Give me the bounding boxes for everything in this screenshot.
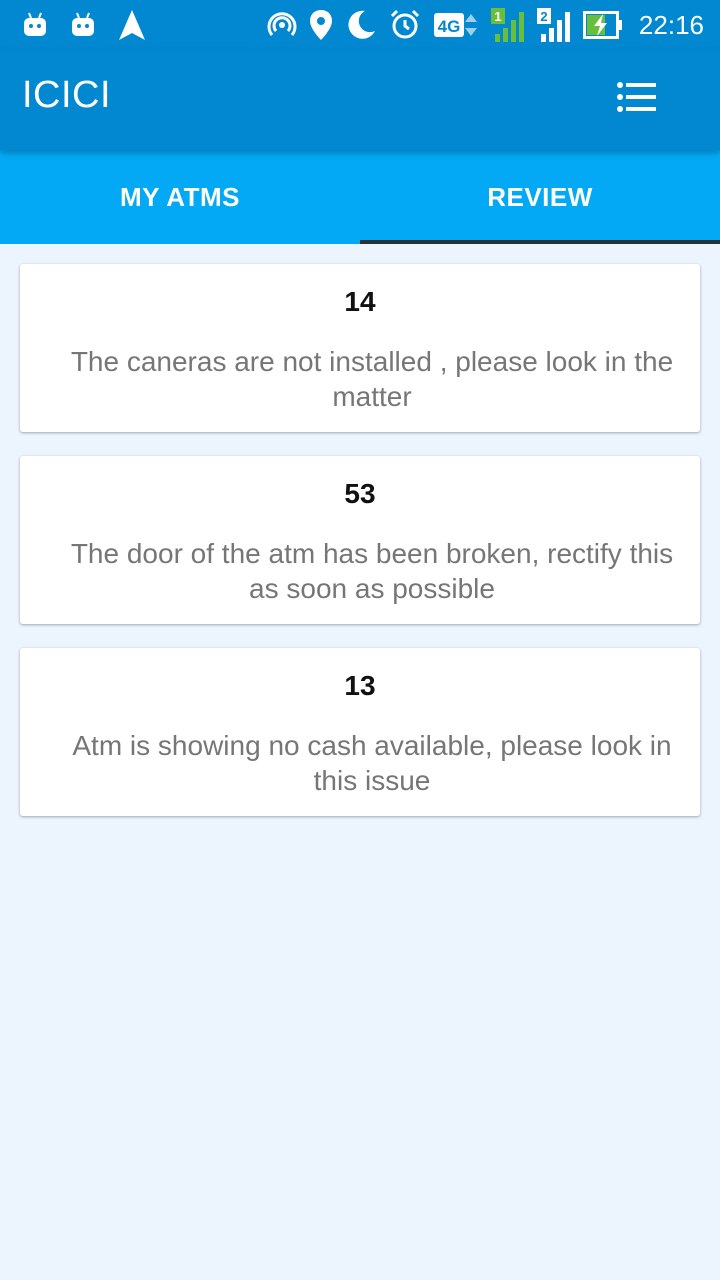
review-card[interactable]: 53 The door of the atm has been broken, … bbox=[20, 456, 700, 624]
review-text: The door of the atm has been broken, rec… bbox=[70, 538, 674, 604]
network-4g-icon: 4G bbox=[433, 10, 479, 40]
status-bar: 4G 1 2 22:16 bbox=[0, 0, 720, 50]
app-title: ICICI bbox=[22, 74, 112, 116]
tab-indicator bbox=[360, 240, 720, 244]
review-text: Atm is showing no cash available, please… bbox=[72, 730, 672, 796]
svg-text:4G: 4G bbox=[438, 17, 461, 36]
signal-sim1-icon: 1 bbox=[490, 8, 525, 42]
signal-sim2-icon: 2 bbox=[536, 8, 571, 42]
tab-label: MY ATMS bbox=[119, 181, 241, 212]
review-card[interactable]: 14 The caneras are not installed , pleas… bbox=[20, 264, 700, 432]
atm-id: 13 bbox=[344, 670, 376, 701]
battery-charging-icon bbox=[582, 11, 623, 39]
atm-id: 53 bbox=[344, 478, 376, 509]
android-icon bbox=[70, 12, 96, 38]
app-bar: ICICI bbox=[0, 50, 720, 150]
alarm-icon bbox=[389, 9, 421, 41]
list-menu-icon bbox=[617, 81, 657, 118]
navigation-icon bbox=[118, 9, 146, 41]
review-card[interactable]: 13 Atm is showing no cash available, ple… bbox=[20, 648, 700, 816]
tab-my-atms[interactable]: MY ATMS bbox=[0, 150, 360, 244]
review-text: The caneras are not installed , please l… bbox=[70, 346, 674, 412]
status-time: 22:16 bbox=[638, 9, 704, 40]
moon-icon bbox=[345, 9, 377, 41]
review-list: 14 The caneras are not installed , pleas… bbox=[20, 264, 700, 840]
menu-button[interactable] bbox=[610, 76, 664, 122]
atm-id: 14 bbox=[344, 286, 376, 317]
android-icon bbox=[22, 12, 48, 38]
location-icon bbox=[309, 9, 333, 41]
svg-text:2: 2 bbox=[540, 9, 547, 24]
tab-label: REVIEW bbox=[487, 181, 593, 212]
tab-review[interactable]: REVIEW bbox=[360, 150, 720, 244]
svg-text:1: 1 bbox=[494, 9, 501, 24]
hotspot-icon bbox=[267, 10, 297, 40]
tab-bar: MY ATMS REVIEW bbox=[0, 150, 720, 244]
